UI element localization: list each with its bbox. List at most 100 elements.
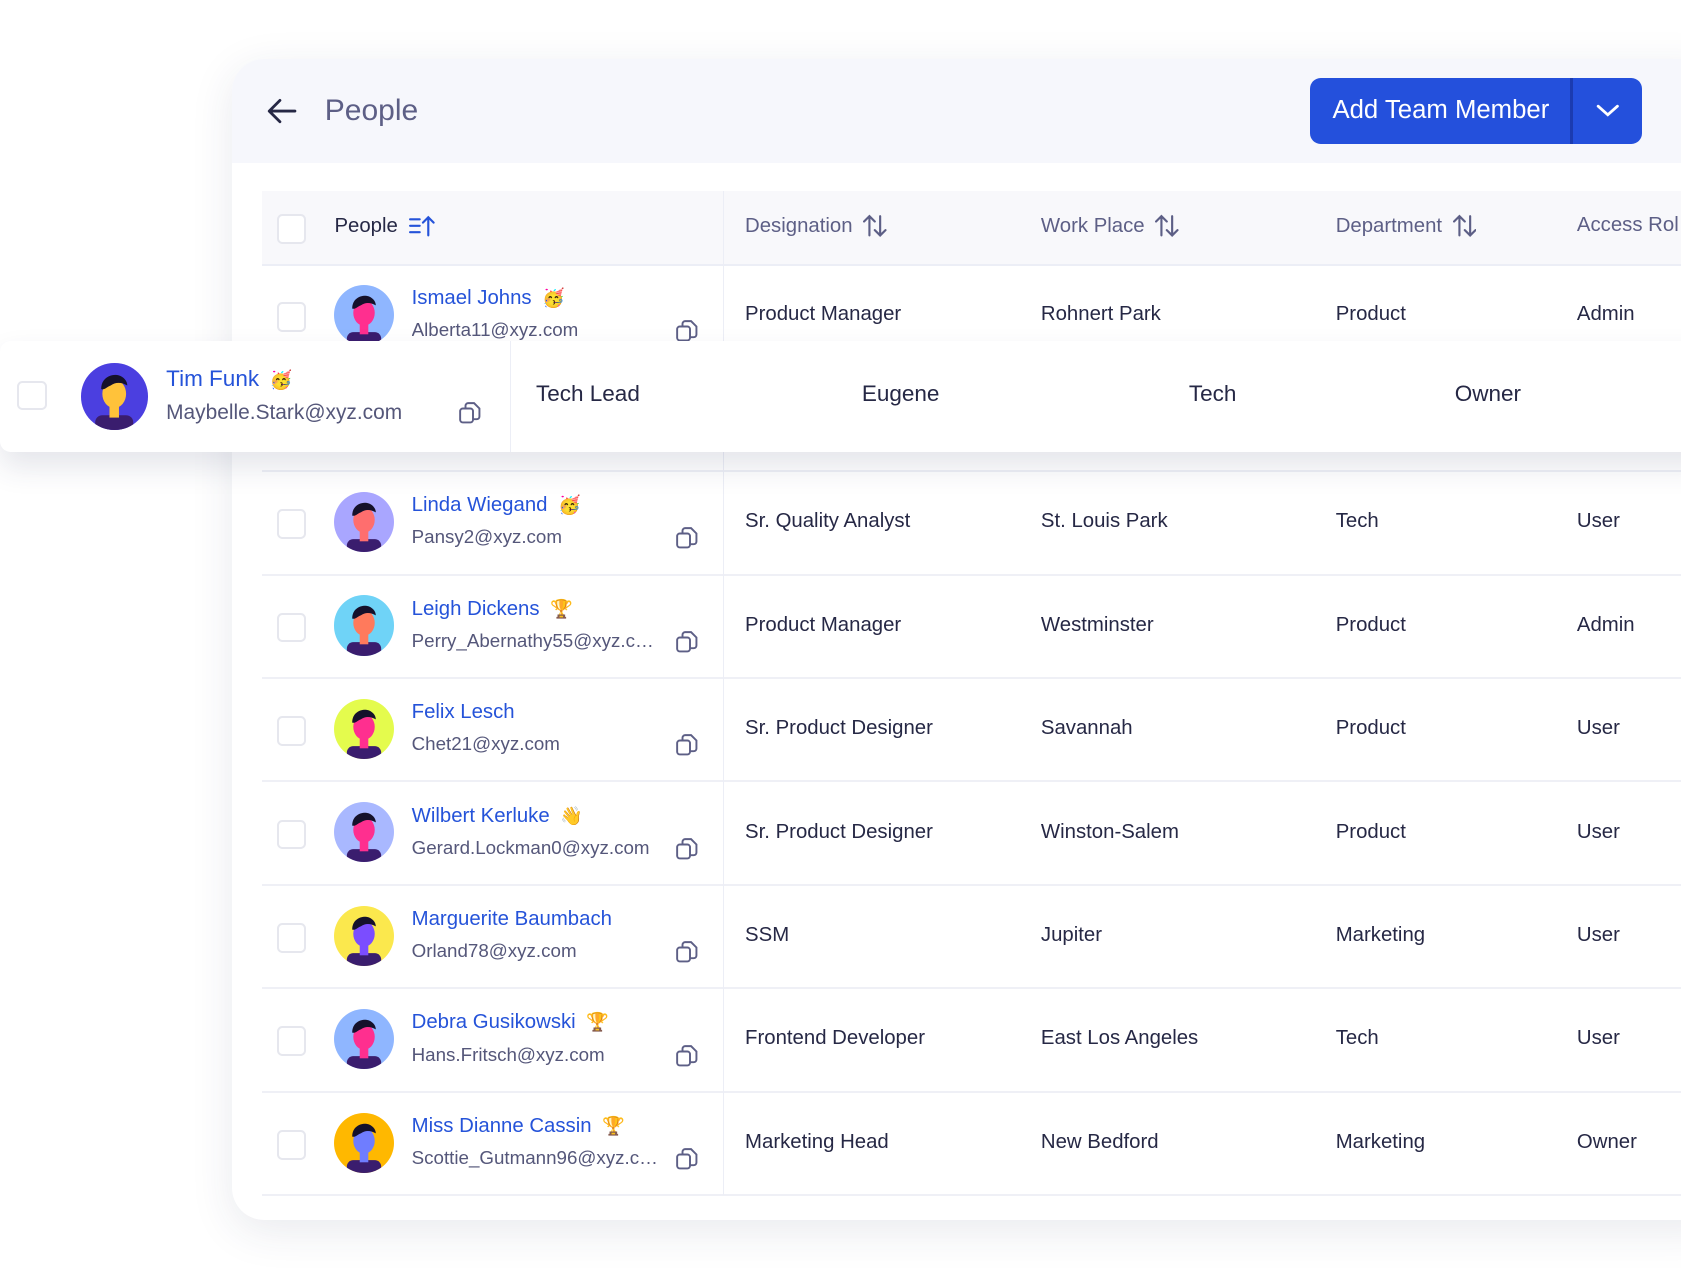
person-name[interactable]: Leigh Dickens bbox=[412, 598, 540, 620]
avatar bbox=[334, 698, 395, 759]
person-email: Chet21@xyz.com bbox=[411, 733, 560, 755]
person-name-link[interactable]: Ismael Johns 🥳 bbox=[412, 287, 565, 310]
person-name-link[interactable]: Miss Dianne Cassin 🏆 bbox=[412, 1115, 625, 1138]
table-row[interactable]: Wilbert Kerluke 👋 Gerard.Lockman0@xyz.com S… bbox=[261, 781, 1681, 886]
person-email: Pansy2@xyz.com bbox=[411, 526, 562, 548]
avatar bbox=[334, 905, 395, 966]
copy-email-icon[interactable] bbox=[458, 401, 484, 427]
cell-access: Owner bbox=[1454, 380, 1521, 406]
cell-access: Admin bbox=[1576, 613, 1635, 636]
person-name-link[interactable]: Leigh Dickens 🏆 bbox=[412, 598, 573, 621]
row-checkbox[interactable] bbox=[17, 380, 47, 411]
row-checkbox[interactable] bbox=[276, 716, 307, 746]
cell-workplace: New Bedford bbox=[1040, 1130, 1159, 1153]
cell-department: Tech bbox=[1335, 1027, 1379, 1050]
column-department[interactable]: Department bbox=[1336, 214, 1477, 238]
copy-email-icon[interactable] bbox=[675, 630, 699, 654]
cell-workplace: Savannah bbox=[1040, 717, 1133, 740]
row-checkbox[interactable] bbox=[276, 819, 307, 850]
person-name[interactable]: Felix Lesch bbox=[412, 701, 515, 723]
page-header: People Add Team Member bbox=[231, 58, 1681, 163]
column-people[interactable]: People bbox=[334, 214, 436, 238]
person-name-link[interactable]: Wilbert Kerluke 👋 bbox=[412, 805, 583, 828]
cell-designation: Marketing Head bbox=[745, 1130, 889, 1153]
table-row[interactable]: Marguerite Baumbach Orland78@xyz.com SSM Ju… bbox=[261, 884, 1681, 990]
column-label: Work Place bbox=[1040, 214, 1145, 237]
copy-email-icon[interactable] bbox=[675, 733, 699, 757]
cell-workplace: Westminster bbox=[1040, 613, 1154, 636]
sort-icon[interactable] bbox=[1155, 214, 1179, 238]
column-label: Department bbox=[1335, 214, 1443, 237]
person-name[interactable]: Marguerite Baumbach bbox=[412, 908, 612, 930]
cell-access: User bbox=[1576, 1027, 1620, 1050]
row-checkbox[interactable] bbox=[276, 302, 307, 332]
person-name-link[interactable]: Felix Lesch bbox=[412, 701, 515, 724]
row-checkbox[interactable] bbox=[276, 1129, 307, 1160]
row-checkbox[interactable] bbox=[276, 1026, 307, 1057]
sort-ascending-icon[interactable] bbox=[408, 214, 437, 238]
column-workplace[interactable]: Work Place bbox=[1041, 214, 1179, 238]
cell-designation: Sr. Quality Analyst bbox=[745, 510, 911, 533]
copy-email-icon[interactable] bbox=[675, 940, 699, 964]
column-designation[interactable]: Designation bbox=[745, 214, 887, 238]
person-name[interactable]: Ismael Johns bbox=[412, 287, 532, 309]
person-name-link[interactable]: Debra Gusikowski 🏆 bbox=[412, 1011, 609, 1034]
cell-department: Marketing bbox=[1335, 1130, 1426, 1153]
table-row[interactable]: Miss Dianne Cassin 🏆 Scottie_Gutmann96@xyz… bbox=[261, 1091, 1681, 1197]
table-row[interactable]: Leigh Dickens 🏆 Perry_Abernathy55@xyz.com P… bbox=[261, 574, 1681, 679]
column-label: Access Rol bbox=[1576, 214, 1679, 237]
cell-access: Owner bbox=[1576, 1130, 1637, 1153]
badge-icon: 👋 bbox=[560, 805, 584, 826]
column-access-role[interactable]: Access Rol bbox=[1577, 214, 1679, 237]
page-title: People bbox=[324, 94, 419, 128]
person-name[interactable]: Miss Dianne Cassin bbox=[412, 1115, 592, 1137]
cell-workplace: Rohnert Park bbox=[1040, 303, 1161, 326]
person-name[interactable]: Debra Gusikowski bbox=[412, 1011, 576, 1033]
select-all-checkbox[interactable] bbox=[276, 214, 307, 245]
cell-designation: Tech Lead bbox=[536, 380, 640, 406]
add-team-member-button[interactable]: Add Team Member bbox=[1309, 78, 1643, 144]
people-panel: People Add Team Member People Designatio… bbox=[231, 58, 1681, 1220]
person-email: Perry_Abernathy55@xyz.com bbox=[411, 629, 661, 651]
badge-icon: 🥳 bbox=[542, 288, 565, 309]
person-name-link[interactable]: Marguerite Baumbach bbox=[412, 908, 612, 931]
add-options-dropdown[interactable] bbox=[1573, 78, 1643, 143]
row-checkbox[interactable] bbox=[276, 612, 307, 643]
person-name[interactable]: Tim Funk bbox=[166, 366, 259, 391]
avatar bbox=[334, 802, 395, 863]
sort-icon[interactable] bbox=[1452, 214, 1477, 238]
copy-email-icon[interactable] bbox=[675, 1044, 699, 1068]
row-checkbox[interactable] bbox=[276, 922, 307, 953]
person-email: Orland78@xyz.com bbox=[411, 940, 577, 962]
avatar bbox=[334, 1009, 395, 1070]
person-name-link[interactable]: Linda Wiegand 🥳 bbox=[412, 494, 581, 517]
column-divider bbox=[510, 340, 512, 453]
cell-workplace: Jupiter bbox=[1040, 924, 1103, 947]
cell-department: Product bbox=[1335, 820, 1406, 843]
back-arrow-icon[interactable] bbox=[266, 95, 298, 127]
cell-access: User bbox=[1576, 820, 1620, 843]
person-email: Gerard.Lockman0@xyz.com bbox=[411, 836, 650, 858]
copy-email-icon[interactable] bbox=[675, 837, 699, 861]
person-name-link[interactable]: Tim Funk 🥳 bbox=[166, 366, 292, 392]
copy-email-icon[interactable] bbox=[675, 1147, 699, 1171]
person-name[interactable]: Linda Wiegand bbox=[412, 494, 548, 516]
dragged-row[interactable]: Tim Funk 🥳 Maybelle.Stark@xyz.com Tech Lead… bbox=[0, 340, 1681, 453]
sort-icon[interactable] bbox=[863, 214, 887, 238]
badge-icon: 🥳 bbox=[558, 495, 581, 516]
add-team-member-label[interactable]: Add Team Member bbox=[1310, 96, 1570, 125]
copy-email-icon[interactable] bbox=[675, 319, 699, 343]
badge-icon: 🏆 bbox=[586, 1012, 610, 1033]
table-row[interactable]: Felix Lesch Chet21@xyz.com Sr. Product Des… bbox=[261, 677, 1681, 783]
row-checkbox[interactable] bbox=[276, 509, 307, 539]
avatar bbox=[334, 1112, 395, 1173]
badge-icon: 🥳 bbox=[269, 369, 293, 390]
table-row[interactable]: Linda Wiegand 🥳 Pansy2@xyz.com Sr. Quality … bbox=[261, 471, 1681, 576]
copy-email-icon[interactable] bbox=[675, 526, 699, 550]
cell-workplace: Eugene bbox=[861, 380, 940, 406]
table-row[interactable]: Debra Gusikowski 🏆 Hans.Fritsch@xyz.com Fro… bbox=[261, 988, 1681, 1093]
avatar bbox=[334, 492, 395, 553]
person-name[interactable]: Wilbert Kerluke bbox=[412, 805, 550, 827]
badge-icon: 🏆 bbox=[550, 598, 573, 619]
cell-designation: Product Manager bbox=[745, 613, 902, 636]
